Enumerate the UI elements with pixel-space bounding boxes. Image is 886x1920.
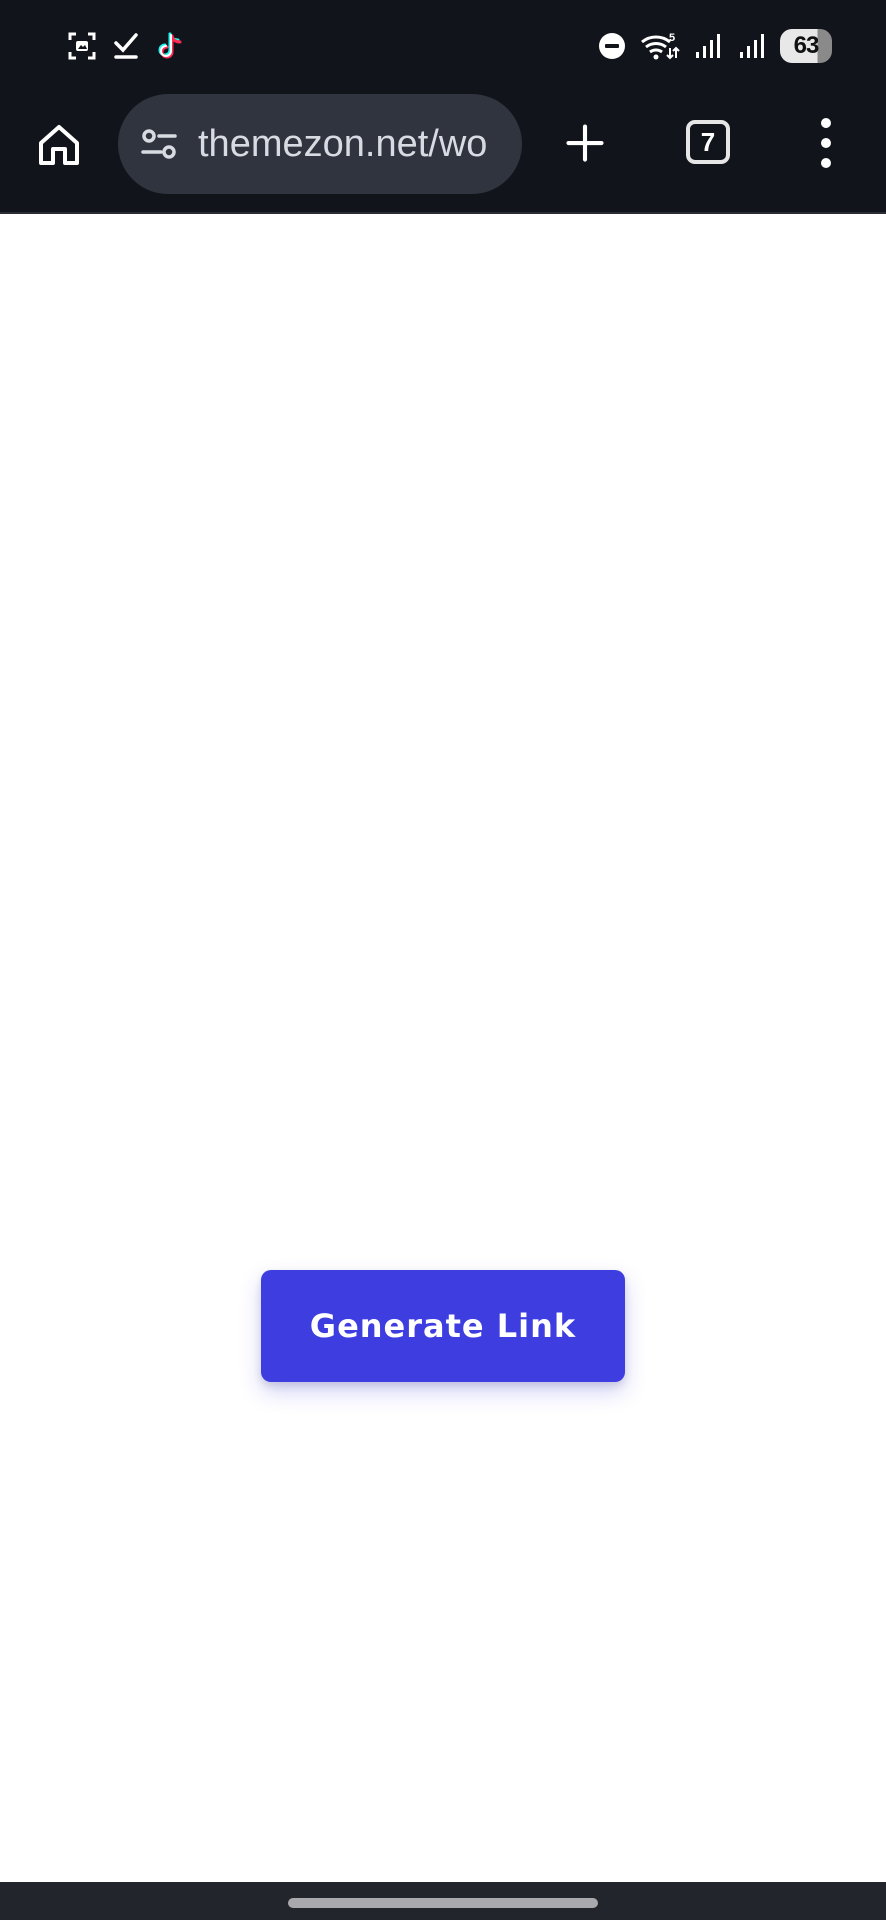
status-right-icons: 5 63	[596, 28, 832, 64]
url-text: themezon.net/wo	[198, 122, 488, 165]
menu-dot	[821, 158, 831, 168]
navigation-bar	[0, 1882, 886, 1920]
screenshot-icon	[66, 30, 98, 62]
plus-icon	[566, 124, 604, 162]
menu-dot	[821, 118, 831, 128]
screen: 5 63 themezon.net/wo 7 Generate Link	[0, 0, 886, 1920]
tune-icon[interactable]	[136, 121, 182, 167]
tiktok-icon	[154, 30, 186, 62]
wifi-label: 5	[669, 32, 675, 44]
more-vert-icon[interactable]	[808, 114, 844, 172]
status-bar: 5 63	[0, 0, 886, 92]
web-page: Generate Link	[0, 214, 886, 1882]
home-gesture-handle[interactable]	[288, 1898, 598, 1908]
new-tab-button[interactable]	[556, 114, 614, 172]
generate-link-button[interactable]: Generate Link	[261, 1270, 625, 1382]
browser-toolbar: themezon.net/wo 7	[0, 92, 886, 212]
tab-switcher-button[interactable]: 7	[686, 120, 730, 164]
checkmark-icon	[110, 30, 142, 62]
do-not-disturb-icon	[596, 30, 628, 62]
battery-indicator: 63	[780, 29, 832, 63]
home-icon	[39, 125, 79, 165]
wifi-icon: 5	[640, 30, 680, 62]
status-left-icons	[66, 28, 186, 64]
menu-dot	[821, 138, 831, 148]
browser-chrome: 5 63 themezon.net/wo 7	[0, 0, 886, 214]
address-bar[interactable]: themezon.net/wo	[118, 94, 522, 194]
home-button[interactable]	[30, 116, 88, 174]
signal-icon	[736, 30, 768, 62]
signal-icon	[692, 30, 724, 62]
